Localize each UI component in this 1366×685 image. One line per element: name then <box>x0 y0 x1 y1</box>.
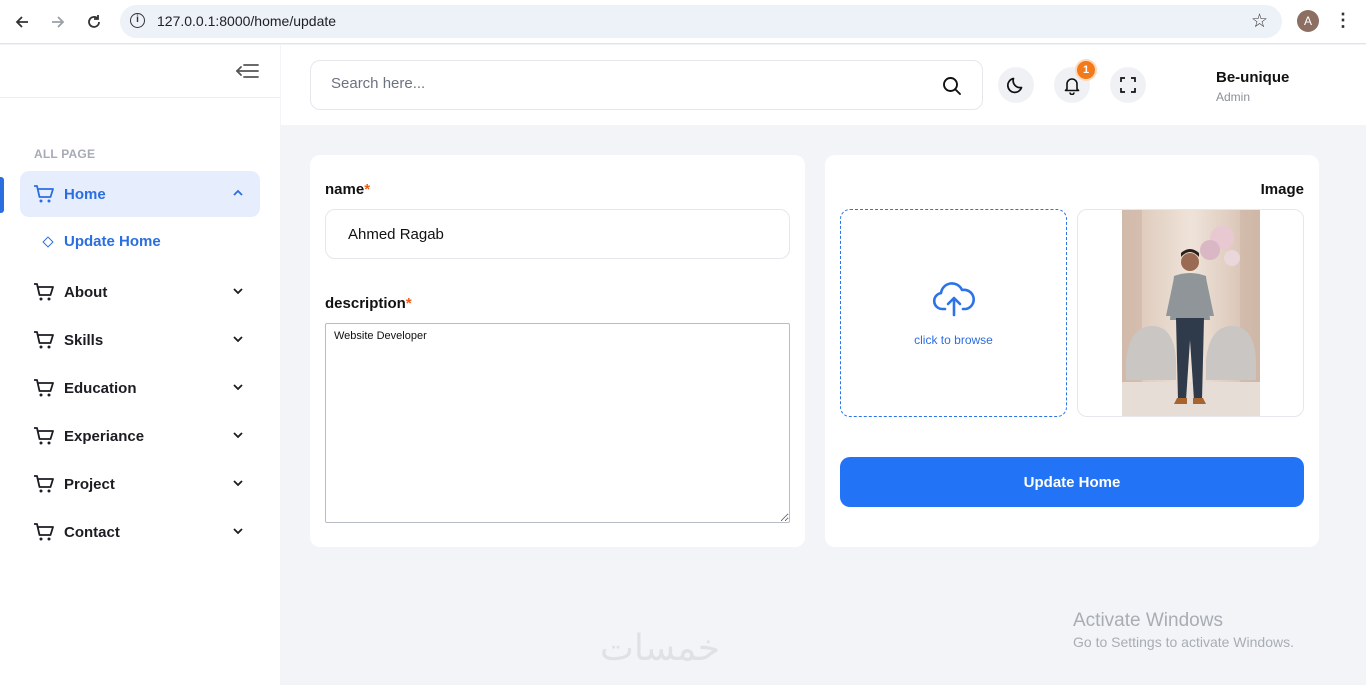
sidebar-item-label: Skills <box>64 331 104 349</box>
activate-title: Activate Windows <box>1073 610 1223 631</box>
search-icon[interactable] <box>942 76 962 96</box>
chevron-down-icon <box>233 480 243 487</box>
forward-icon[interactable] <box>44 8 72 36</box>
chevron-down-icon <box>233 384 243 391</box>
khamsat-watermark-logo: خمسات <box>600 628 721 669</box>
search-box <box>310 60 983 110</box>
image-preview <box>1077 209 1304 417</box>
moon-icon <box>1007 77 1023 94</box>
cart-icon <box>34 185 54 203</box>
name-label-text: name <box>325 181 365 198</box>
sidebar-item-experiance[interactable]: Experiance <box>20 413 260 459</box>
notification-badge: 1 <box>1075 59 1097 81</box>
chevron-down-icon <box>233 288 243 295</box>
collapse-sidebar-icon[interactable] <box>235 61 259 81</box>
image-label: Image <box>1260 181 1304 198</box>
profile-avatar[interactable]: A <box>1297 10 1319 32</box>
update-home-button[interactable]: Update Home <box>840 457 1304 507</box>
sidebar-item-label: Project <box>64 475 115 493</box>
name-label: name* <box>325 181 370 198</box>
cart-icon <box>34 283 54 301</box>
chevron-down-icon <box>233 432 243 439</box>
sidebar-item-label: Home <box>64 185 106 203</box>
fullscreen-button[interactable] <box>1110 67 1146 103</box>
required-mark: * <box>364 181 371 198</box>
user-name[interactable]: Be-unique <box>1216 69 1289 86</box>
dark-mode-toggle[interactable] <box>998 67 1034 103</box>
chevron-down-icon <box>233 336 243 343</box>
image-card: Image click to browse Update Home <box>825 155 1319 547</box>
windows-activation-watermark: Activate Windows Go to Settings to activ… <box>1073 610 1294 650</box>
text-fields-card: name* description* Website Developer <box>310 155 805 547</box>
back-icon[interactable] <box>8 8 36 36</box>
sidebar: ALL PAGE Home Update Home About Skills E… <box>0 45 280 685</box>
browser-toolbar: i 127.0.0.1:8000/home/update ☆ A ⋮ <box>0 0 1366 44</box>
address-bar[interactable]: i 127.0.0.1:8000/home/update ☆ <box>120 5 1282 38</box>
cart-icon <box>34 331 54 349</box>
description-field[interactable]: Website Developer <box>325 323 790 523</box>
chevron-down-icon <box>233 528 243 535</box>
browse-text[interactable]: click to browse <box>841 333 1066 347</box>
chevron-up-icon <box>233 189 243 196</box>
sidebar-header <box>0 45 280 98</box>
sidebar-item-project[interactable]: Project <box>20 461 260 507</box>
image-dropzone[interactable]: click to browse <box>840 209 1067 417</box>
fullscreen-icon <box>1120 77 1136 93</box>
name-field[interactable] <box>325 209 790 259</box>
profile-photo <box>1122 210 1260 416</box>
activate-subtitle: Go to Settings to activate Windows. <box>1073 634 1294 650</box>
sidebar-subitem-label: Update Home <box>64 233 161 250</box>
sidebar-item-home[interactable]: Home <box>20 171 260 217</box>
sidebar-item-education[interactable]: Education <box>20 365 260 411</box>
cart-icon <box>34 379 54 397</box>
description-label-text: description <box>325 295 406 312</box>
sidebar-item-skills[interactable]: Skills <box>20 317 260 363</box>
cart-icon <box>34 475 54 493</box>
active-indicator <box>0 177 4 213</box>
cart-icon <box>34 523 54 541</box>
sidebar-item-label: Experiance <box>64 427 145 445</box>
site-info-icon[interactable]: i <box>130 13 145 28</box>
sidebar-item-label: Contact <box>64 523 120 541</box>
description-label: description* <box>325 295 412 312</box>
sidebar-section-title: ALL PAGE <box>34 147 96 161</box>
search-input[interactable] <box>331 75 911 92</box>
sidebar-subitem-update-home[interactable]: Update Home <box>42 233 161 250</box>
browser-menu-icon[interactable]: ⋮ <box>1334 10 1352 31</box>
reload-icon[interactable] <box>80 8 108 36</box>
sidebar-item-contact[interactable]: Contact <box>20 509 260 555</box>
cloud-upload-icon <box>932 282 975 317</box>
bookmark-star-icon[interactable]: ☆ <box>1251 10 1268 33</box>
user-role: Admin <box>1216 90 1251 104</box>
required-mark: * <box>405 295 412 312</box>
sidebar-item-about[interactable]: About <box>20 269 260 315</box>
cart-icon <box>34 427 54 445</box>
diamond-bullet-icon <box>42 235 54 248</box>
sidebar-item-label: About <box>64 283 108 301</box>
url-text: 127.0.0.1:8000/home/update <box>157 13 337 29</box>
top-header: 1 Be-unique Admin <box>281 45 1366 125</box>
sidebar-item-label: Education <box>64 379 137 397</box>
